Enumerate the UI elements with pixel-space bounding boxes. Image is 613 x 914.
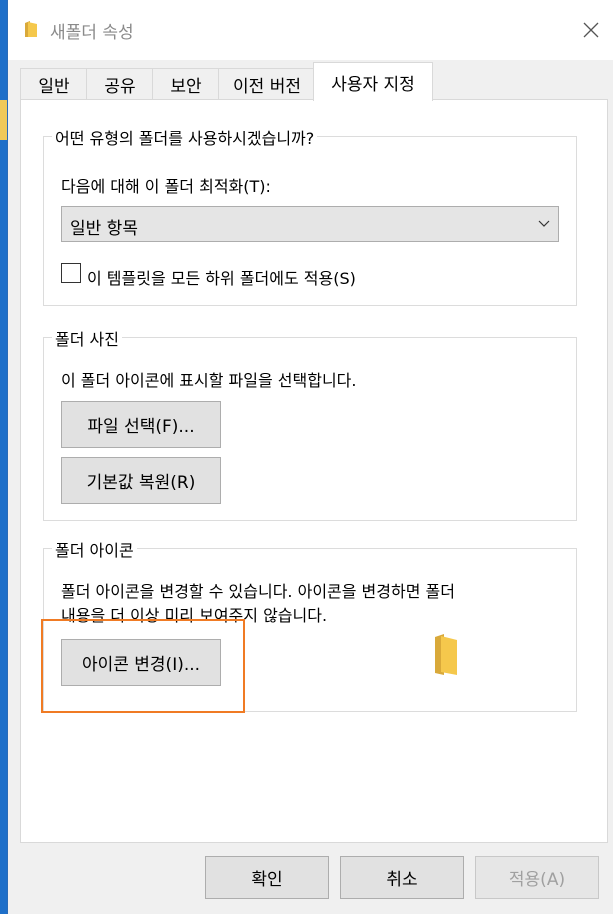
window-title: 새폴더 속성 bbox=[50, 23, 134, 43]
title-bar: 새폴더 속성 bbox=[8, 0, 613, 60]
folder-pictures-description: 이 폴더 아이콘에 표시할 파일을 선택합니다. bbox=[61, 371, 357, 390]
cancel-button[interactable]: 취소 bbox=[340, 856, 464, 899]
tab-sharing[interactable]: 공유 bbox=[86, 68, 154, 100]
customize-panel: 어떤 유형의 폴더를 사용하시겠습니까? 다음에 대해 이 폴더 최적화(T):… bbox=[20, 99, 608, 843]
tab-security[interactable]: 보안 bbox=[152, 68, 220, 100]
optimize-label: 다음에 대해 이 폴더 최적화(T): bbox=[61, 177, 271, 196]
optimize-select[interactable]: 일반 항목 bbox=[61, 206, 559, 242]
restore-default-button[interactable]: 기본값 복원(R) bbox=[61, 457, 221, 504]
tab-customize[interactable]: 사용자 지정 bbox=[313, 62, 433, 101]
folder-preview-icon bbox=[435, 634, 457, 675]
choose-file-button[interactable]: 파일 선택(F)... bbox=[61, 401, 221, 448]
apply-subfolders-label: 이 템플릿을 모든 하위 폴더에도 적용(S) bbox=[87, 269, 356, 288]
tab-general[interactable]: 일반 bbox=[20, 68, 88, 100]
folder-pictures-group-title: 폴더 사진 bbox=[52, 326, 122, 350]
folder-icon bbox=[25, 21, 37, 37]
ok-button[interactable]: 확인 bbox=[205, 856, 329, 899]
close-icon bbox=[583, 22, 599, 38]
change-icon-highlight bbox=[41, 619, 245, 713]
apply-button[interactable]: 적용(A) bbox=[475, 856, 599, 899]
apply-subfolders-checkbox[interactable] bbox=[61, 263, 81, 283]
close-button[interactable] bbox=[568, 0, 613, 60]
chevron-down-icon bbox=[538, 220, 550, 227]
folder-icons-group-title: 폴더 아이콘 bbox=[52, 537, 137, 561]
folder-icons-description-line1: 폴더 아이콘을 변경할 수 있습니다. 아이콘을 변경하면 폴더 bbox=[61, 582, 455, 601]
tab-previous-versions[interactable]: 이전 버전 bbox=[218, 68, 316, 100]
properties-dialog: 새폴더 속성 일반 공유 보안 이전 버전 사용자 지정 어떤 유형의 폴더를 … bbox=[7, 0, 613, 914]
folder-type-group-title: 어떤 유형의 폴더를 사용하시겠습니까? bbox=[52, 125, 318, 149]
optimize-selected-value: 일반 항목 bbox=[70, 219, 138, 239]
